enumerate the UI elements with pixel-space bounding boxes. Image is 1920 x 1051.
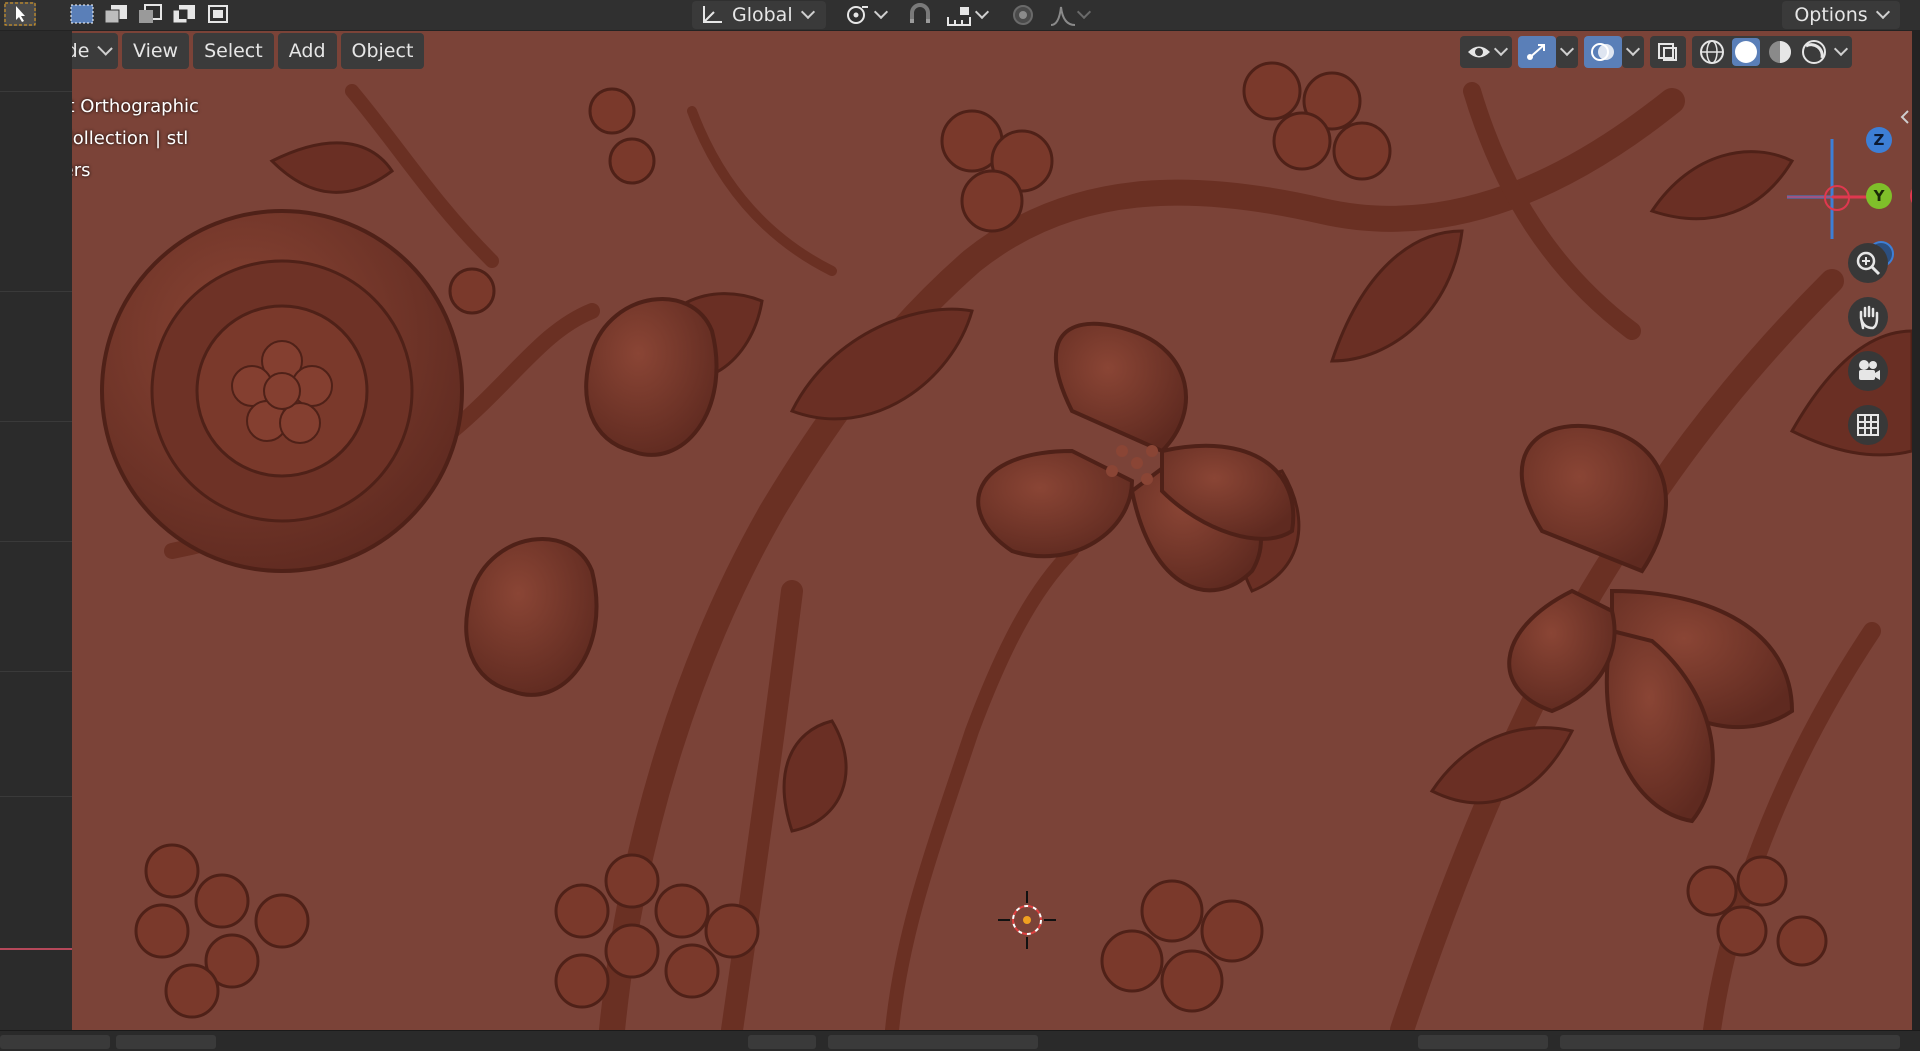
select-box-subtract-button[interactable] [136,2,164,26]
zoom-button[interactable] [1848,243,1888,283]
relief-model [100,61,1912,1030]
options-dropdown[interactable]: Options [1782,1,1900,29]
viewport-header-right [1460,35,1852,69]
window-edge [1912,31,1920,1030]
chevron-down-icon [800,4,815,20]
end-frame-field[interactable] [1560,1035,1900,1049]
gizmo-icon [1527,44,1545,60]
chevron-down-icon [97,40,114,56]
frame-field[interactable] [748,1035,816,1049]
pan-hand-icon [1859,305,1879,330]
select-menu[interactable]: Select [193,33,274,69]
divider [0,541,72,542]
transform-orientation-label: Global [732,4,793,26]
select-cursor-icon [4,2,36,26]
viewport-info: Front Orthographic (1) Collection | stl … [72,91,199,187]
projection-toggle-button[interactable] [1848,405,1888,445]
select-box-invert-button[interactable] [170,2,198,26]
snap-increment-icon [947,7,971,26]
camera-view-button[interactable] [1848,351,1888,391]
3d-cursor-icon[interactable] [998,891,1056,949]
falloff-curve-icon [1050,6,1076,26]
object-menu[interactable]: Object [340,33,425,69]
snap-element-dropdown[interactable] [940,2,992,28]
select-box-intersect-button[interactable] [204,2,232,26]
eye-icon [1468,46,1490,58]
add-menu[interactable]: Add [277,33,337,69]
view-menu[interactable]: View [122,33,190,69]
solid-icon[interactable] [1732,38,1760,66]
z-axis-label: Z [1873,131,1885,149]
3d-viewport[interactable]: ect Mode View Select Add Object Front Or… [72,31,1912,1030]
camera-icon [1859,360,1880,380]
divider [0,671,72,672]
chevron-down-icon [1875,4,1890,20]
divider [0,796,72,797]
gizmo-toggle[interactable] [1518,36,1556,68]
pivot-point-dropdown[interactable] [840,2,890,28]
select-box-extend-button[interactable] [102,2,130,26]
snap-icon [910,3,930,23]
gizmo-lines [1787,139,1882,239]
transform-orientation-dropdown[interactable]: Global [692,1,826,29]
proportional-edit-toggle[interactable] [1006,2,1040,28]
mode-label: ect Mode [72,40,90,62]
zoom-icon [1856,251,1881,276]
xray-toggle[interactable] [1650,36,1686,68]
proportional-edit-icon [1013,5,1033,25]
transform-orientation-icon [703,6,722,23]
overlay-dropdown[interactable] [1622,36,1644,68]
snap-toggle[interactable] [904,2,938,28]
visibility-dropdown[interactable] [1460,36,1512,68]
mode-dropdown[interactable]: ect Mode [72,33,118,69]
tool-header: Global Options [0,0,1920,31]
pan-button[interactable] [1848,297,1888,337]
grid-icon [1857,414,1879,436]
rendered-icon[interactable] [1800,38,1828,66]
select-cursor-button[interactable] [4,2,36,26]
gizmo-z-axis[interactable]: Z [1866,127,1892,153]
chevron-down-icon [1833,41,1849,57]
chevron-down-icon [1559,41,1575,57]
gizmo-y-axis[interactable]: Y [1866,183,1892,209]
chevron-down-icon [873,4,889,20]
shading-modes [1692,36,1852,68]
units-label: Meters [72,160,91,181]
y-axis-label: Y [1873,187,1885,205]
select-box-new-icon [70,4,94,24]
select-box-intersect-icon [208,5,228,23]
timeline-header [0,1030,1920,1051]
xray-icon [1658,43,1677,61]
x-axis-line [0,948,72,950]
start-frame-field[interactable] [1418,1035,1548,1049]
select-box-new-button[interactable] [68,2,96,26]
gizmo-dropdown[interactable] [1556,36,1578,68]
select-box-extend-icon [104,5,127,24]
divider [0,421,72,422]
pivot-point-icon [847,6,868,24]
select-box-invert-icon [172,5,195,24]
view-name: Front Orthographic [72,96,199,117]
proportional-falloff-dropdown[interactable] [1044,2,1094,28]
playback-controls[interactable] [828,1035,1038,1049]
playback-menu[interactable] [116,1035,216,1049]
chevron-down-icon [1493,41,1509,57]
editor-type-button[interactable] [0,1035,110,1049]
chevron-down-icon [1076,4,1092,20]
material-preview-icon[interactable] [1766,38,1794,66]
gizmo-neg-x-axis[interactable] [1824,185,1850,211]
chevron-down-icon [974,4,990,20]
chevron-down-icon [1625,41,1641,57]
wireframe-icon[interactable] [1698,38,1726,66]
overlay-icon [1591,43,1614,61]
viewport-header: ect Mode View Select Add Object [72,33,425,71]
options-label: Options [1794,4,1868,26]
collection-info: (1) Collection | stl [72,128,189,149]
toolbar-region [0,31,72,1030]
select-box-subtract-icon [139,4,162,23]
divider [0,291,72,292]
overlay-toggle[interactable] [1584,36,1622,68]
divider [0,91,72,92]
